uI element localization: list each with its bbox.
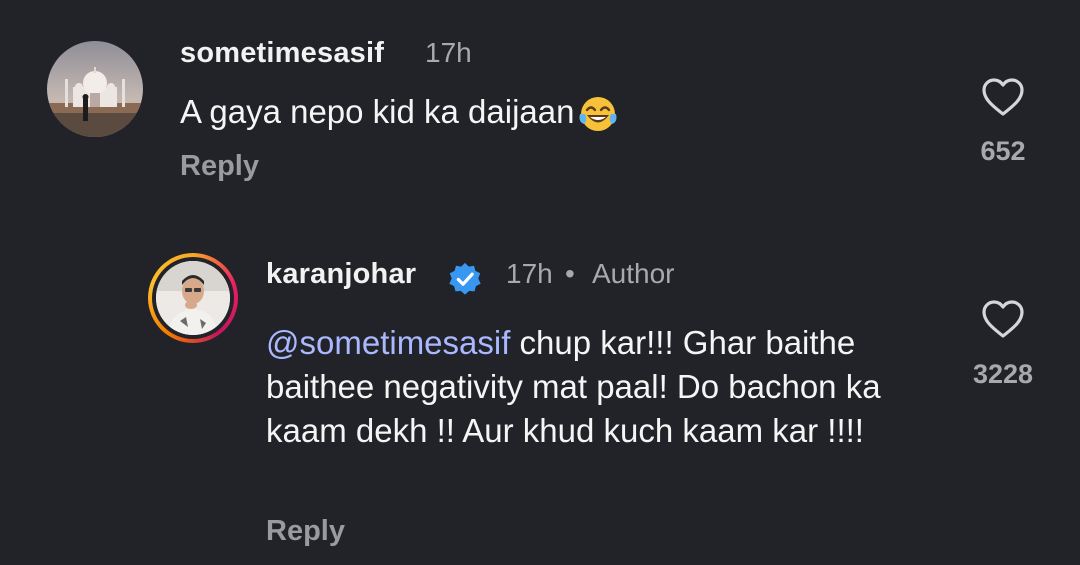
profile-photo-image bbox=[156, 261, 230, 335]
comment-username[interactable]: sometimesasif bbox=[180, 37, 384, 70]
avatar-ring-gap bbox=[152, 257, 234, 339]
comment-text: @sometimesasif chup kar!!! Ghar baithe b… bbox=[266, 321, 916, 453]
avatar-story-ring[interactable] bbox=[148, 253, 238, 343]
taj-mahal-avatar-image bbox=[47, 41, 143, 137]
comment-sometimesasif: sometimesasif 17h A gaya nepo kid ka dai… bbox=[0, 0, 1080, 220]
comment-timestamp: 17h bbox=[506, 258, 553, 289]
comment-text-content: A gaya nepo kid ka daijaan bbox=[180, 93, 575, 130]
like-count: 3228 bbox=[972, 359, 1034, 389]
like-heart-icon[interactable] bbox=[980, 298, 1026, 340]
author-label: Author bbox=[592, 258, 675, 289]
meta-separator: • bbox=[565, 258, 575, 289]
comment-text: A gaya nepo kid ka daijaan bbox=[180, 90, 620, 136]
avatar bbox=[156, 261, 230, 335]
reply-button[interactable]: Reply bbox=[266, 515, 345, 548]
comment-username[interactable]: karanjohar bbox=[266, 258, 416, 291]
comments-thread: sometimesasif 17h A gaya nepo kid ka dai… bbox=[0, 0, 1080, 565]
reply-button[interactable]: Reply bbox=[180, 150, 259, 183]
verified-badge-icon bbox=[449, 262, 481, 295]
laughing-tears-emoji-icon bbox=[579, 97, 617, 132]
avatar[interactable] bbox=[47, 41, 143, 137]
comment-timestamp: 17h bbox=[425, 37, 472, 68]
like-heart-icon[interactable] bbox=[980, 76, 1026, 118]
like-count: 652 bbox=[980, 136, 1026, 166]
mention-link[interactable]: @sometimesasif bbox=[266, 324, 510, 361]
